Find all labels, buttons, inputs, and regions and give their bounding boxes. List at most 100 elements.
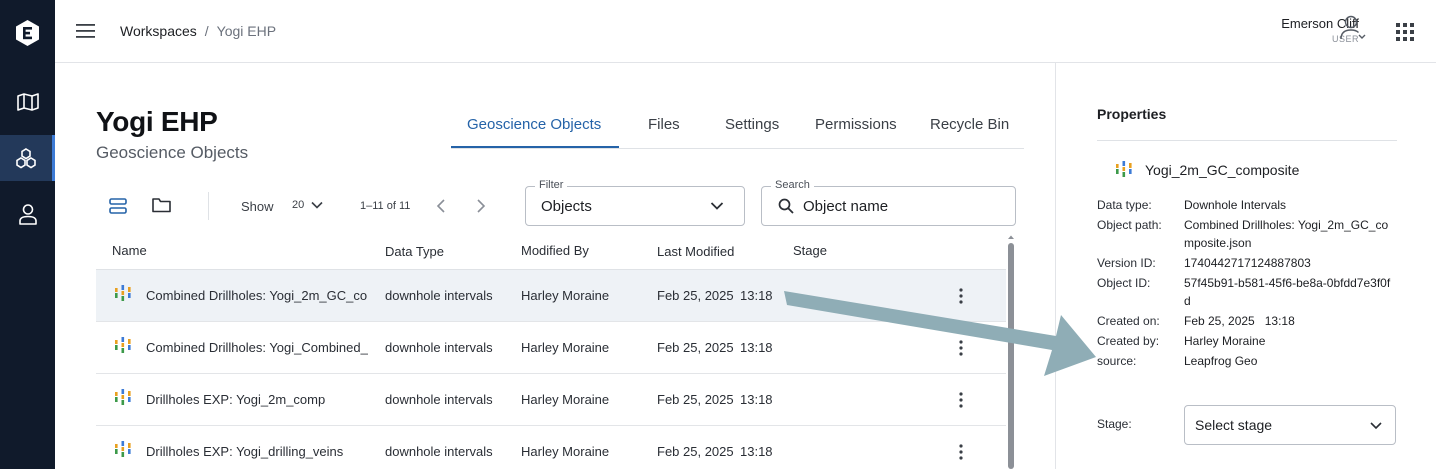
row-name: Combined Drillholes: Yogi_2m_GC_composit… <box>146 288 368 303</box>
column-name[interactable]: Name <box>112 243 147 258</box>
nav-map[interactable] <box>0 79 55 125</box>
active-tab-indicator <box>451 146 619 148</box>
row-time: 13:18 <box>740 340 773 355</box>
hamburger-menu-icon[interactable] <box>76 22 96 40</box>
scroll-up-icon[interactable] <box>1007 234 1015 240</box>
more-options-icon[interactable] <box>958 444 964 460</box>
drillhole-object-icon <box>115 337 131 353</box>
row-data-type: downhole intervals <box>385 288 493 303</box>
filter-label: Filter <box>535 179 568 191</box>
row-modified-by: Harley Moraine <box>521 444 610 459</box>
table-row[interactable]: Combined Drillholes: Yogi_2m_GC_composit… <box>96 270 1006 322</box>
prop-key-object-id: Object ID: <box>1097 276 1151 290</box>
page-size-select[interactable]: 20 <box>292 199 304 211</box>
scrollbar-thumb[interactable] <box>1008 243 1014 469</box>
apps-grid-icon[interactable] <box>1396 23 1414 41</box>
row-data-type: downhole intervals <box>385 340 493 355</box>
search-placeholder: Object name <box>803 198 889 215</box>
breadcrumb-separator: / <box>204 23 209 39</box>
prop-value-data-type: Downhole Intervals <box>1184 198 1287 212</box>
page-subtitle: Geoscience Objects <box>96 143 249 162</box>
drillhole-object-icon <box>115 285 131 301</box>
drillhole-object-icon <box>115 389 131 405</box>
prop-key-data-type: Data type: <box>1097 198 1152 212</box>
more-options-icon[interactable] <box>958 288 964 304</box>
objects-icon <box>16 148 36 169</box>
column-data-type[interactable]: Data Type <box>385 244 444 259</box>
tab-recycle-bin[interactable]: Recycle Bin <box>930 116 1009 133</box>
breadcrumb-current: Yogi EHP <box>216 23 277 39</box>
prop-value-version-id: 1740442717124887803 <box>1184 256 1311 270</box>
search-label: Search <box>771 179 814 191</box>
next-page-icon[interactable] <box>474 198 488 214</box>
row-modified-by: Harley Moraine <box>521 392 610 407</box>
app-logo-icon[interactable] <box>15 19 40 47</box>
row-time: 13:18 <box>740 392 773 407</box>
tab-permissions[interactable]: Permissions <box>815 116 897 133</box>
tab-settings[interactable]: Settings <box>725 116 779 133</box>
folder-view-icon[interactable] <box>152 197 171 213</box>
row-data-type: downhole intervals <box>385 444 493 459</box>
previous-page-icon[interactable] <box>434 198 448 214</box>
more-options-icon[interactable] <box>958 340 964 356</box>
drillhole-object-icon <box>115 441 131 457</box>
properties-title: Properties <box>1097 106 1167 122</box>
table-row[interactable]: Drillholes EXP: Yogi_2m_comp downhole in… <box>96 374 1006 426</box>
prop-value-object-id: 57f45b91-b581-45f6-be8a-0bfdd7e3f0fd <box>1184 276 1391 308</box>
row-time: 13:18 <box>740 444 773 459</box>
tab-bar: Geoscience Objects Files Settings Permis… <box>451 99 1024 149</box>
tab-files[interactable]: Files <box>648 116 680 133</box>
properties-panel: Properties Yogi_2m_GC_composite Data typ… <box>1055 63 1436 469</box>
chevron-down-icon <box>710 202 724 210</box>
row-date: Feb 25, 2025 <box>657 340 734 355</box>
map-icon <box>16 93 39 111</box>
table-scrollbar[interactable] <box>1006 233 1016 469</box>
filter-value: Objects <box>541 198 592 215</box>
row-data-type: downhole intervals <box>385 392 493 407</box>
row-modified-by: Harley Moraine <box>521 288 610 303</box>
person-icon <box>18 204 37 225</box>
row-time: 13:18 <box>740 288 773 303</box>
pagination-range: 1–11 of 11 <box>360 200 411 212</box>
column-modified-by[interactable]: Modified By <box>521 243 589 258</box>
row-name: Combined Drillholes: Yogi_Combined_Assay… <box>146 340 368 355</box>
prop-value-created-by: Harley Moraine <box>1184 334 1266 348</box>
column-last-modified[interactable]: Last Modified <box>657 244 734 259</box>
prop-value-object-path: Combined Drillholes: Yogi_2m_GC_composit… <box>1184 218 1389 250</box>
properties-divider <box>1097 140 1397 141</box>
prop-key-created-on: Created on: <box>1097 314 1160 328</box>
table-row[interactable]: Drillholes EXP: Yogi_drilling_veins down… <box>96 426 1006 469</box>
row-date: Feb 25, 2025 <box>657 392 734 407</box>
table-header: Name Data Type Modified By Last Modified… <box>96 232 1006 270</box>
stage-select-placeholder: Select stage <box>1195 417 1273 433</box>
breadcrumb: Workspaces / Yogi EHP <box>120 23 276 39</box>
row-modified-by: Harley Moraine <box>521 340 610 355</box>
stage-select[interactable]: Select stage <box>1184 405 1396 445</box>
table-row[interactable]: Combined Drillholes: Yogi_Combined_Assay… <box>96 322 1006 374</box>
nav-objects[interactable] <box>0 135 55 181</box>
side-rail <box>0 0 55 469</box>
user-account-icon[interactable] <box>1339 14 1367 42</box>
prop-key-source: source: <box>1097 354 1137 368</box>
search-icon <box>778 198 794 214</box>
breadcrumb-workspaces[interactable]: Workspaces <box>120 23 197 39</box>
filter-select[interactable]: Filter Objects <box>525 179 745 226</box>
drillhole-object-icon <box>1116 161 1132 177</box>
row-date: Feb 25, 2025 <box>657 444 734 459</box>
prop-value-created-on: Feb 25, 2025 13:18 <box>1184 314 1295 328</box>
chevron-down-icon[interactable] <box>311 200 323 210</box>
column-stage[interactable]: Stage <box>793 243 827 258</box>
chevron-down-icon <box>1370 422 1382 430</box>
selected-object-name: Yogi_2m_GC_composite <box>1145 162 1300 178</box>
more-options-icon[interactable] <box>958 392 964 408</box>
stage-label: Stage: <box>1097 417 1132 431</box>
search-input[interactable]: Search Object name <box>761 179 1016 226</box>
row-name: Drillholes EXP: Yogi_2m_comp <box>146 392 326 407</box>
list-view-icon[interactable] <box>109 197 127 215</box>
tab-geoscience-objects[interactable]: Geoscience Objects <box>467 116 601 133</box>
prop-value-source: Leapfrog Geo <box>1184 354 1258 368</box>
nav-users[interactable] <box>0 191 55 237</box>
prop-key-created-by: Created by: <box>1097 334 1160 348</box>
row-name: Drillholes EXP: Yogi_drilling_veins <box>146 444 344 459</box>
prop-key-object-path: Object path: <box>1097 218 1162 232</box>
